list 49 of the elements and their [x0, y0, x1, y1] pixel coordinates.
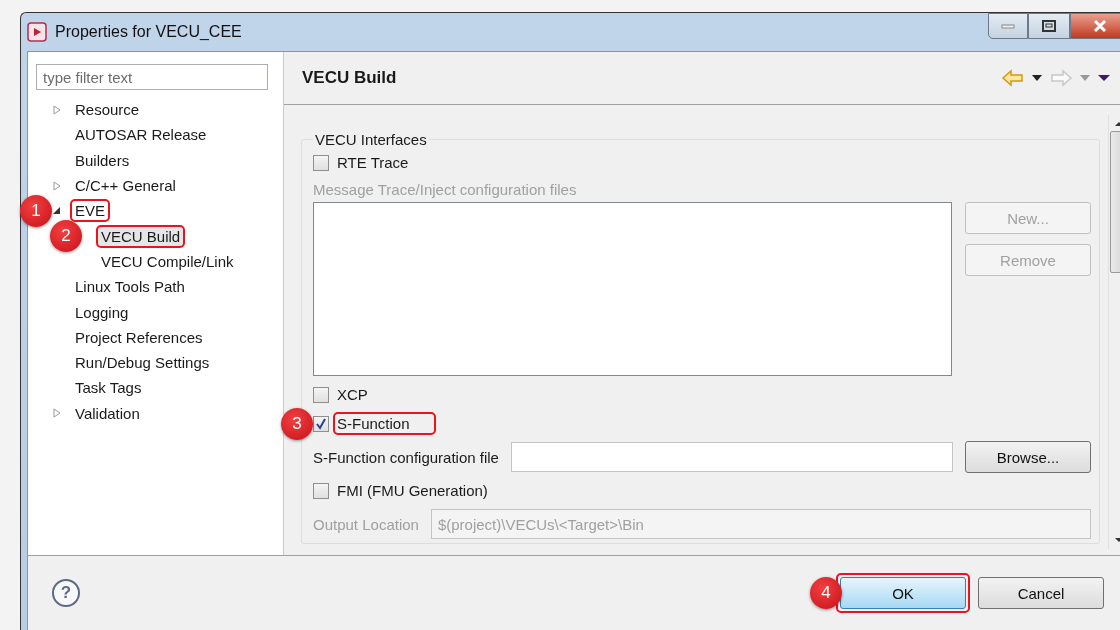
close-icon — [1093, 20, 1107, 32]
step-badge: 4 — [810, 577, 842, 609]
forward-arrow-icon[interactable] — [1049, 68, 1073, 88]
page-title: VECU Build — [302, 68, 397, 88]
maximize-button[interactable] — [1028, 13, 1070, 39]
dropdown-icon[interactable] — [1031, 74, 1043, 82]
window-title: Properties for VECU_CEE — [55, 23, 242, 41]
dialog-button[interactable]: OK — [840, 577, 966, 609]
checkbox[interactable] — [313, 482, 329, 499]
tree-item[interactable]: Logging — [70, 300, 134, 324]
tree-item[interactable]: Validation — [70, 401, 145, 425]
expand-arrow-icon[interactable] — [52, 205, 62, 216]
checkbox[interactable] — [313, 154, 329, 171]
checkbox-label[interactable]: XCP — [333, 383, 372, 406]
view-menu-icon[interactable] — [1097, 74, 1111, 82]
tree-item[interactable]: Linux Tools Path — [70, 275, 190, 299]
text-field[interactable] — [510, 442, 953, 472]
filter-field[interactable]: type filter text — [36, 64, 268, 90]
tree-item[interactable]: AUTOSAR Release — [70, 123, 212, 147]
checkbox-label[interactable]: RTE Trace — [333, 151, 413, 174]
tree-item[interactable]: Run/Debug Settings — [70, 351, 215, 375]
checkbox-label[interactable]: S-Function — [333, 412, 436, 435]
tree-item[interactable]: C/C++ General — [70, 174, 181, 198]
dialog-button[interactable]: Cancel — [978, 577, 1104, 609]
field-label: S-Function configuration file — [313, 448, 499, 466]
tree-item[interactable]: Resource — [70, 98, 145, 122]
minimize-button[interactable] — [988, 13, 1028, 39]
step-badge: 1 — [20, 194, 52, 227]
minimize-icon — [1000, 22, 1016, 30]
maximize-icon — [1042, 20, 1056, 32]
tree-item[interactable]: Builders — [70, 148, 135, 172]
browse-button[interactable]: Browse... — [965, 441, 1091, 473]
tree-item[interactable]: VECU Build — [96, 224, 186, 248]
tree-item[interactable]: Task Tags — [70, 376, 147, 400]
tree-item[interactable]: Project References — [70, 325, 208, 349]
back-arrow-icon[interactable] — [1001, 68, 1025, 88]
tree-item[interactable]: EVE — [70, 199, 110, 223]
checkbox[interactable] — [313, 415, 329, 432]
tree-item[interactable]: VECU Compile/Link — [96, 249, 239, 273]
step-badge: 3 — [281, 407, 313, 440]
section-caption: Message Trace/Inject configuration files — [313, 181, 577, 198]
field-label: Output Location — [313, 515, 419, 533]
step-badge: 2 — [50, 220, 82, 253]
help-button[interactable]: ? — [52, 579, 80, 607]
checkbox[interactable] — [313, 386, 329, 403]
group-title: VECU Interfaces — [314, 131, 428, 148]
close-button[interactable] — [1070, 13, 1120, 39]
app-icon — [27, 22, 47, 42]
checkbox-label[interactable]: FMI (FMU Generation) — [333, 479, 492, 502]
